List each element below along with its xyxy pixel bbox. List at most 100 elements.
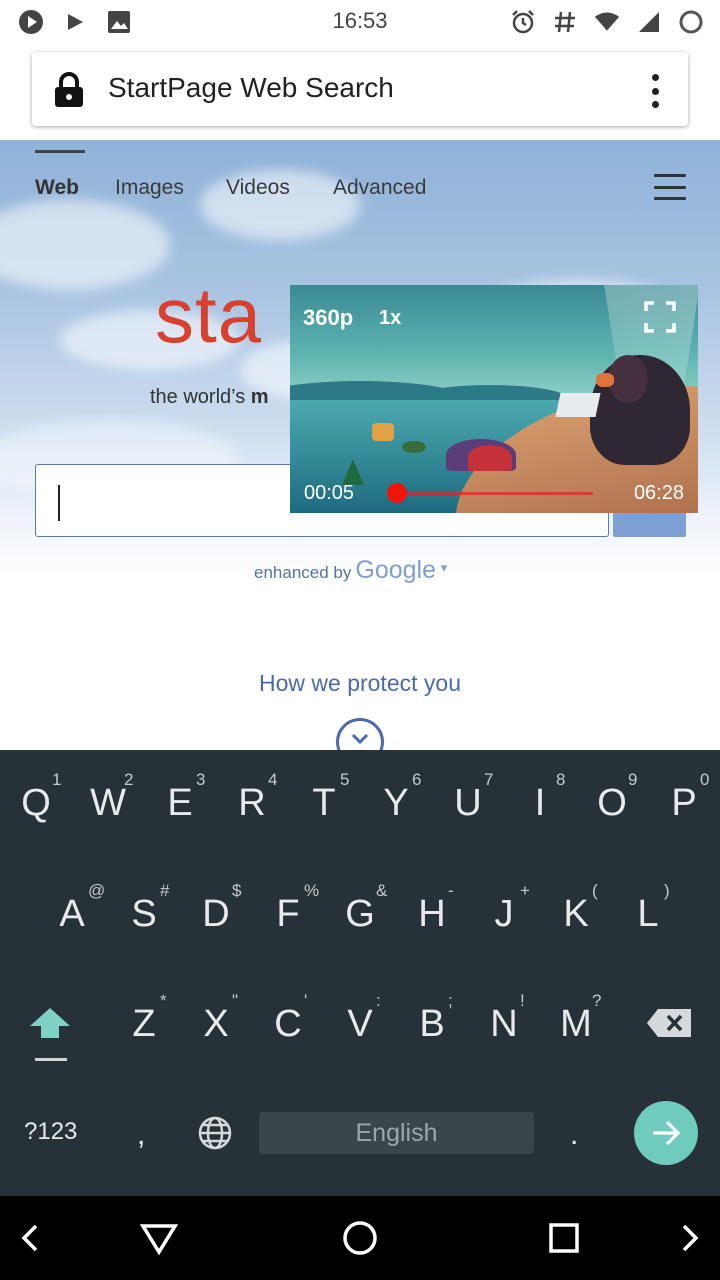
- video-total-time: 06:28: [633, 482, 684, 504]
- tagline: the world’s m: [150, 386, 269, 409]
- key-u[interactable]: 7U: [432, 770, 504, 825]
- key-f[interactable]: % F: [252, 881, 324, 936]
- key-i[interactable]: 8I: [504, 770, 576, 825]
- enhanced-by-google[interactable]: enhanced by Google ▾: [254, 556, 447, 585]
- key-h[interactable]: -H: [396, 881, 468, 936]
- key-hint: %: [304, 881, 320, 900]
- key-t[interactable]: 5T: [288, 770, 360, 825]
- comma-key[interactable]: ,: [137, 1118, 145, 1152]
- left-arrow-icon[interactable]: [18, 1218, 42, 1262]
- key-label: C: [274, 1003, 302, 1045]
- back-triangle-icon[interactable]: [139, 1218, 179, 1262]
- key-hint: 2: [124, 770, 134, 789]
- video-progress-thumb[interactable]: [387, 483, 407, 503]
- key-e[interactable]: 3E: [144, 770, 216, 825]
- key-hint: &: [376, 881, 388, 900]
- key-g[interactable]: & G: [324, 881, 396, 936]
- key-hint: (: [592, 881, 598, 900]
- symbols-key[interactable]: ?123: [24, 1118, 77, 1146]
- how-we-protect-link[interactable]: How we protect you: [0, 670, 720, 697]
- system-nav-bar: [0, 1196, 720, 1280]
- active-tab-indicator: [35, 150, 85, 153]
- key-q[interactable]: 1Q: [0, 770, 72, 825]
- key-label: H: [418, 893, 446, 935]
- key-j[interactable]: + J: [468, 881, 540, 936]
- key-w[interactable]: 2W: [72, 770, 144, 825]
- key-m[interactable]: ? M: [540, 991, 612, 1046]
- key-n[interactable]: ! N: [468, 991, 540, 1046]
- spacebar[interactable]: English: [259, 1112, 534, 1154]
- key-label: X: [203, 1003, 229, 1045]
- video-progress-track[interactable]: [397, 492, 593, 495]
- key-hint: ;: [448, 991, 453, 1010]
- key-y[interactable]: 6Y: [360, 770, 432, 825]
- key-hint: :: [376, 991, 381, 1010]
- key-label: N: [490, 1003, 518, 1045]
- address-bar[interactable]: StartPage Web Search: [32, 52, 688, 126]
- search-nav: Web Images Videos Advanced: [0, 140, 720, 240]
- key-s[interactable]: # S: [108, 881, 180, 936]
- period-key[interactable]: .: [570, 1118, 578, 1152]
- key-b[interactable]: ; B: [396, 991, 468, 1046]
- tab-advanced[interactable]: Advanced: [333, 176, 426, 200]
- key-d[interactable]: $ D: [180, 881, 252, 936]
- key-hint: 1: [52, 770, 62, 789]
- key-hint: ): [664, 881, 670, 900]
- key-label: Z: [132, 1003, 156, 1045]
- tagline-text: the world’s: [150, 386, 251, 408]
- key-hint: !: [520, 991, 525, 1010]
- key-o[interactable]: 9O: [576, 770, 648, 825]
- tab-images[interactable]: Images: [115, 176, 184, 200]
- key-hint: #: [160, 881, 170, 900]
- google-wordmark: Google: [355, 556, 436, 584]
- hamburger-menu-icon[interactable]: [654, 174, 686, 200]
- enter-key[interactable]: [634, 1101, 698, 1165]
- key-l[interactable]: ) L: [612, 881, 684, 936]
- key-hint: $: [232, 881, 242, 900]
- key-hint: 3: [196, 770, 206, 789]
- key-hint: ': [304, 991, 308, 1010]
- key-hint: 7: [484, 770, 494, 789]
- hash-icon: [552, 9, 578, 35]
- key-hint: ?: [592, 991, 602, 1010]
- overflow-menu-icon[interactable]: [648, 74, 662, 108]
- key-label: L: [637, 893, 659, 935]
- recents-square-icon[interactable]: [548, 1218, 580, 1262]
- globe-icon[interactable]: [198, 1116, 232, 1150]
- page-title[interactable]: StartPage Web Search: [108, 72, 394, 104]
- video-current-time: 00:05: [304, 482, 355, 504]
- tab-web[interactable]: Web: [35, 176, 79, 200]
- chevron-down-icon: [351, 733, 369, 745]
- home-circle-icon[interactable]: [342, 1218, 378, 1262]
- key-k[interactable]: (K: [540, 881, 612, 936]
- enter-arrow-icon: [653, 1120, 681, 1146]
- key-hint: 8: [556, 770, 566, 789]
- key-z[interactable]: * Z: [108, 991, 180, 1046]
- quality-selector[interactable]: 360p: [303, 305, 353, 331]
- alarm-icon: [510, 9, 536, 35]
- shift-icon[interactable]: [28, 1006, 72, 1040]
- backspace-icon[interactable]: [646, 1008, 692, 1038]
- tab-videos[interactable]: Videos: [226, 176, 290, 200]
- key-v[interactable]: :V: [324, 991, 396, 1046]
- battery-icon: [678, 9, 704, 35]
- fullscreen-icon[interactable]: [644, 301, 676, 333]
- key-hint: 9: [628, 770, 638, 789]
- key-label: B: [419, 1003, 445, 1045]
- speed-selector[interactable]: 1x: [379, 307, 401, 330]
- floating-video-player[interactable]: 360p 1x 00:05 06:28: [290, 285, 698, 513]
- dropdown-caret-icon: ▾: [440, 560, 448, 575]
- key-label: V: [347, 1003, 373, 1045]
- key-c[interactable]: ' C: [252, 991, 324, 1046]
- lock-icon: [54, 72, 84, 112]
- key-p[interactable]: 0P: [648, 770, 720, 825]
- key-a[interactable]: @ A: [36, 881, 108, 936]
- key-r[interactable]: 4R: [216, 770, 288, 825]
- text-cursor: [58, 485, 60, 521]
- scroll-down-button[interactable]: [336, 718, 384, 750]
- key-hint: 4: [268, 770, 278, 789]
- right-arrow-icon[interactable]: [678, 1218, 702, 1262]
- enhanced-by-label: enhanced by: [254, 563, 352, 582]
- key-hint: @: [88, 881, 106, 900]
- key-x[interactable]: " X: [180, 991, 252, 1046]
